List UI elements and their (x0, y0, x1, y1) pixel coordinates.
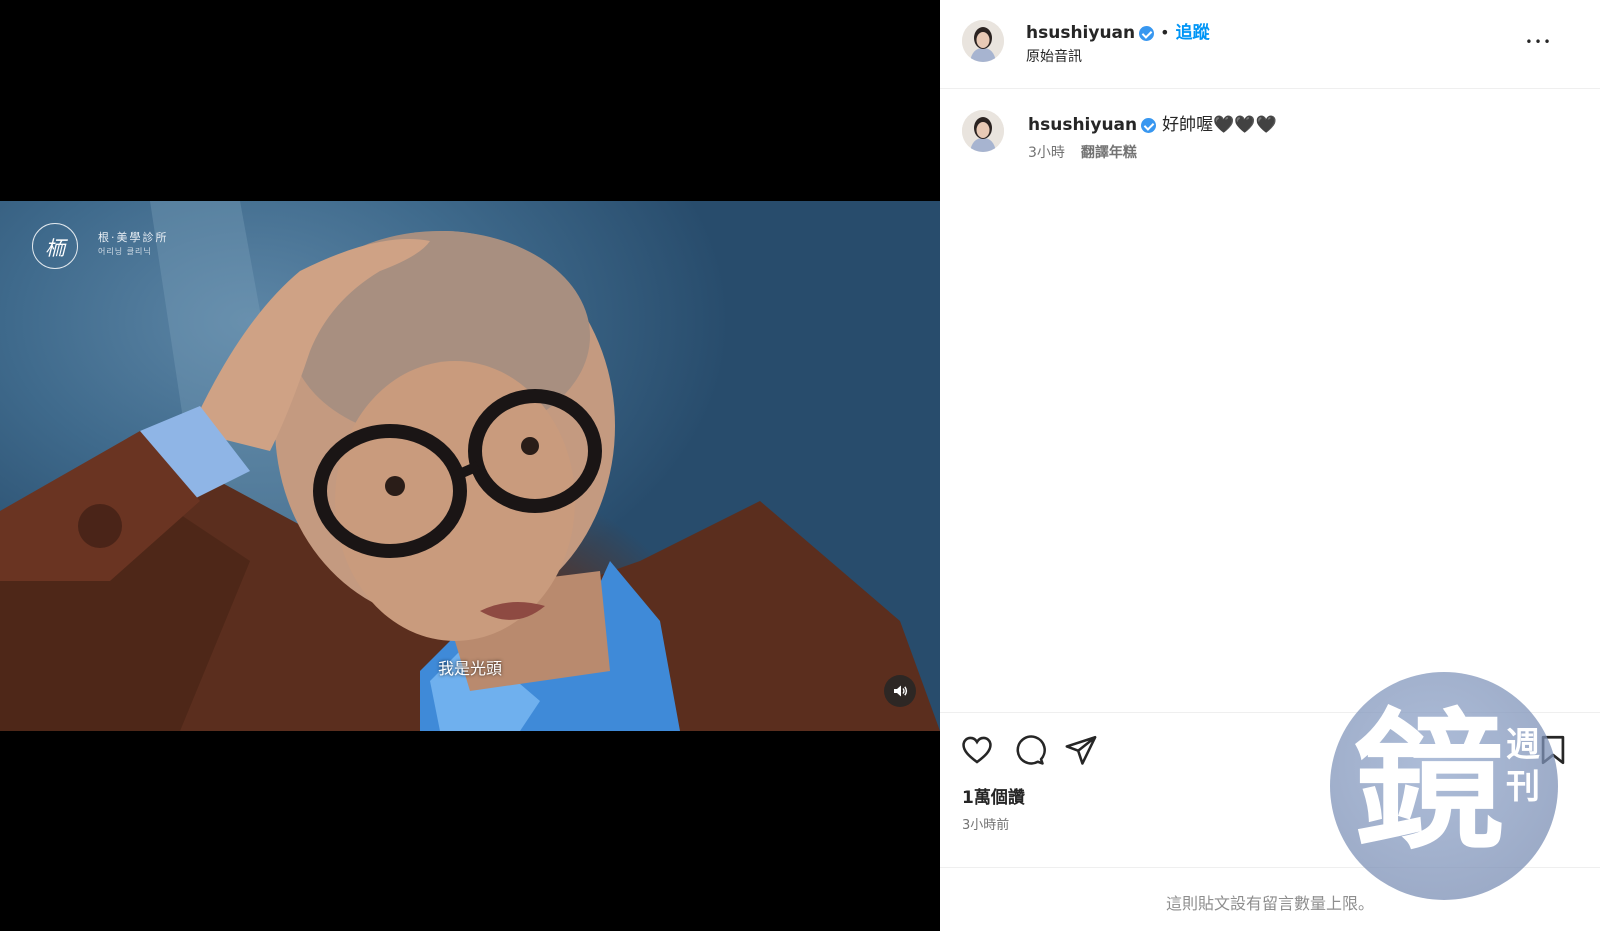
clinic-logo: 栭 (32, 223, 78, 269)
post-header: hsushiyuan • 追蹤 原始音訊 ••• (940, 0, 1600, 89)
verified-badge-icon (1139, 26, 1155, 41)
clinic-name-text: 根·美學診所 (98, 231, 169, 244)
caption-meta: 3小時 翻譯年糕 (1028, 142, 1137, 162)
comment-limit-text: 這則貼文設有留言數量上限。 (1165, 894, 1374, 913)
video-pane: 栭 根·美學診所 어리닝 클리닉 我是光頭 (0, 0, 940, 931)
verified-badge-icon (1141, 118, 1157, 133)
watermark-logo: 鏡 週刊 (1330, 672, 1558, 900)
separator-dot: • (1160, 23, 1170, 42)
volume-icon (894, 685, 908, 697)
video-subtitle: 我是光頭 (437, 659, 502, 678)
clinic-name: 根·美學診所 어리닝 클리닉 (98, 231, 169, 259)
clinic-logo-mark: 栭 (45, 235, 65, 260)
caption-line: hsushiyuan 好帥喔🖤🖤🖤 (1028, 110, 1277, 135)
caption-time[interactable]: 3小時 (1028, 145, 1065, 161)
mute-button[interactable] (884, 675, 916, 707)
heart-icon[interactable] (960, 733, 994, 767)
comment-icon[interactable] (1012, 733, 1046, 767)
header-user-line: hsushiyuan • 追蹤 (1026, 18, 1210, 43)
video-frame-image (0, 201, 940, 731)
avatar[interactable] (962, 110, 1004, 152)
likes-count[interactable]: 1萬個讚 (962, 783, 1025, 808)
share-icon[interactable] (1064, 733, 1098, 767)
follow-button[interactable]: 追蹤 (1176, 23, 1210, 43)
avatar[interactable] (962, 20, 1004, 62)
translate-link[interactable]: 翻譯年糕 (1081, 145, 1137, 161)
original-audio-link[interactable]: 原始音訊 (1026, 46, 1082, 66)
watermark-side-chars: 週刊 (1506, 725, 1540, 807)
clinic-name-subtitle: 어리닝 클리닉 (98, 247, 152, 256)
caption-username[interactable]: hsushiyuan (1028, 115, 1137, 135)
caption-text: 好帥喔🖤🖤🖤 (1162, 115, 1277, 135)
avatar-image (962, 110, 1004, 152)
more-options-button[interactable]: ••• (1524, 30, 1554, 54)
post-timestamp[interactable]: 3小時前 (962, 814, 1009, 833)
header-username[interactable]: hsushiyuan (1026, 23, 1135, 43)
watermark-main-char: 鏡 (1354, 696, 1505, 870)
video-player[interactable]: 栭 根·美學診所 어리닝 클리닉 我是光頭 (0, 201, 940, 731)
more-options-icon: ••• (1525, 35, 1553, 49)
avatar-image (962, 20, 1004, 62)
